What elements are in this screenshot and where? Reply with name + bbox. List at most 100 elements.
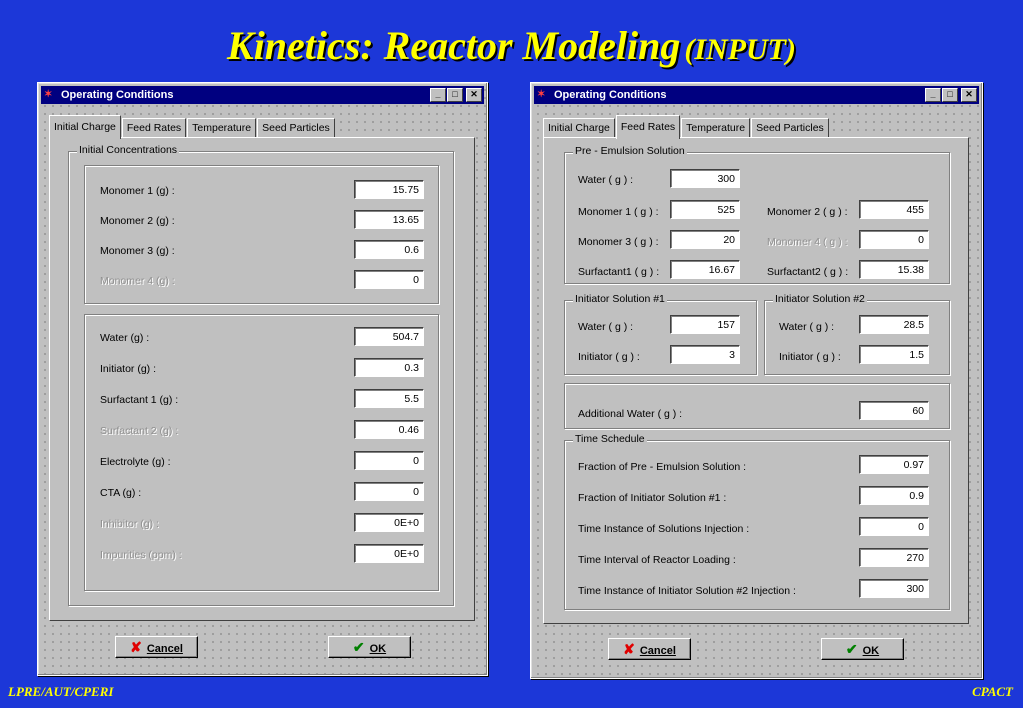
monomer-input[interactable]: 13.65 xyxy=(354,210,424,229)
pre-emulsion-title: Pre - Emulsion Solution xyxy=(573,145,687,157)
component-input[interactable]: 0E+0 xyxy=(354,513,424,532)
tab-initial-charge[interactable]: Initial Charge xyxy=(543,118,615,138)
schedule-label: Time Instance of Initiator Solution #2 I… xyxy=(578,585,796,597)
schedule-label: Time Instance of Solutions Injection : xyxy=(578,523,750,535)
schedule-input[interactable]: 300 xyxy=(859,579,929,598)
right-tab-strip: Initial Charge Feed Rates Temperature Se… xyxy=(543,115,830,139)
left-ok-button[interactable]: ✔ OK xyxy=(328,636,411,658)
component-input[interactable]: 0.3 xyxy=(354,358,424,377)
monomer-label: Monomer 3 (g) : xyxy=(100,245,175,257)
maximize-button[interactable]: □ xyxy=(942,88,958,102)
tab-initial-charge[interactable]: Initial Charge xyxy=(49,115,121,139)
tab-seed-particles[interactable]: Seed Particles xyxy=(751,118,829,138)
minimize-button[interactable]: _ xyxy=(925,88,941,102)
tab-feed-rates[interactable]: Feed Rates xyxy=(121,118,187,138)
pre-monomer4-label: Monomer 4 ( g ) : xyxy=(767,236,848,248)
cancel-x-icon: ✘ xyxy=(130,639,142,655)
init1-water-label: Water ( g ) : xyxy=(578,321,634,333)
initial-concentrations-title: Initial Concentrations xyxy=(77,144,180,156)
schedule-input[interactable]: 0.9 xyxy=(859,486,929,505)
app-icon: ✶ xyxy=(44,89,53,100)
init2-water-input[interactable]: 28.5 xyxy=(859,315,929,334)
component-label: Surfactant 1 (g) : xyxy=(100,394,179,406)
right-window-titlebar[interactable]: ✶ Operating Conditions _ □ ✕ xyxy=(534,86,979,104)
time-schedule-title: Time Schedule xyxy=(573,433,647,445)
footer-right: CPACT xyxy=(972,684,1013,699)
left-tab-strip: Initial Charge Feed Rates Temperature Se… xyxy=(49,115,336,139)
left-window-titlebar[interactable]: ✶ Operating Conditions _ □ ✕ xyxy=(41,86,484,104)
left-cancel-button[interactable]: ✘ Cancel xyxy=(115,636,198,658)
pre-monomer1-input[interactable]: 525 xyxy=(670,200,740,219)
close-button[interactable]: ✕ xyxy=(466,88,482,102)
maximize-button[interactable]: □ xyxy=(447,88,463,102)
slide-title: Kinetics: Reactor Modeling (INPUT) xyxy=(0,22,1023,69)
pre-surfactant1-input[interactable]: 16.67 xyxy=(670,260,740,279)
init2-water-label: Water ( g ) : xyxy=(779,321,835,333)
initiator-solution-2-title: Initiator Solution #2 xyxy=(773,293,867,305)
close-button[interactable]: ✕ xyxy=(961,88,977,102)
left-operating-conditions-window: ✶ Operating Conditions _ □ ✕ Initial Cha… xyxy=(37,82,488,676)
pre-surfactant1-label: Surfactant1 ( g ) : xyxy=(578,266,660,278)
init1-initiator-label: Initiator ( g ) : xyxy=(578,351,640,363)
component-label: Inhibitor (g) : xyxy=(100,518,159,530)
minimize-button[interactable]: _ xyxy=(430,88,446,102)
tab-temperature[interactable]: Temperature xyxy=(187,118,257,138)
ok-check-icon: ✔ xyxy=(845,641,858,657)
schedule-label: Time Interval of Reactor Loading : xyxy=(578,554,736,566)
monomer-input[interactable]: 0 xyxy=(354,270,424,289)
monomer-label: Monomer 4 (g) : xyxy=(100,275,175,287)
init2-initiator-input[interactable]: 1.5 xyxy=(859,345,929,364)
schedule-input[interactable]: 0 xyxy=(859,517,929,536)
cancel-x-icon: ✘ xyxy=(623,641,635,657)
monomer-label: Monomer 1 (g) : xyxy=(100,185,175,197)
right-cancel-button[interactable]: ✘ Cancel xyxy=(608,638,691,660)
component-input[interactable]: 0E+0 xyxy=(354,544,424,563)
initiator-solution-1-title: Initiator Solution #1 xyxy=(573,293,667,305)
footer-left: LPRE/AUT/CPERI xyxy=(8,684,114,699)
right-operating-conditions-window: ✶ Operating Conditions _ □ ✕ Initial Cha… xyxy=(530,82,983,679)
component-label: CTA (g) : xyxy=(100,487,142,499)
schedule-label: Fraction of Pre - Emulsion Solution : xyxy=(578,461,747,473)
component-label: Water (g) : xyxy=(100,332,150,344)
schedule-input[interactable]: 270 xyxy=(859,548,929,567)
init1-initiator-input[interactable]: 3 xyxy=(670,345,740,364)
monomer-input[interactable]: 0.6 xyxy=(354,240,424,259)
window-title: Operating Conditions xyxy=(61,89,174,101)
pre-monomer3-input[interactable]: 20 xyxy=(670,230,740,249)
pre-monomer4-input[interactable]: 0 xyxy=(859,230,929,249)
pre-monomer3-label: Monomer 3 ( g ) : xyxy=(578,236,659,248)
init1-water-input[interactable]: 157 xyxy=(670,315,740,334)
left-tab-panel: Initial Concentrations Monomer 1 (g) : 15… xyxy=(49,137,475,621)
init2-initiator-label: Initiator ( g ) : xyxy=(779,351,841,363)
component-label: Electrolyte (g) : xyxy=(100,456,171,468)
component-label: Initiator (g) : xyxy=(100,363,157,375)
component-input[interactable]: 0 xyxy=(354,451,424,470)
pre-water-label: Water ( g ) : xyxy=(578,174,634,186)
monomer-label: Monomer 2 (g) : xyxy=(100,215,175,227)
pre-monomer2-label: Monomer 2 ( g ) : xyxy=(767,206,848,218)
slide-title-main: Kinetics: Reactor Modeling xyxy=(227,23,681,68)
tab-seed-particles[interactable]: Seed Particles xyxy=(257,118,335,138)
slide-title-sub: (INPUT) xyxy=(684,33,796,66)
tab-temperature[interactable]: Temperature xyxy=(681,118,751,138)
component-input[interactable]: 0.46 xyxy=(354,420,424,439)
pre-water-input[interactable]: 300 xyxy=(670,169,740,188)
app-icon: ✶ xyxy=(537,89,546,100)
monomer-input[interactable]: 15.75 xyxy=(354,180,424,199)
pre-monomer1-label: Monomer 1 ( g ) : xyxy=(578,206,659,218)
pre-surfactant2-input[interactable]: 15.38 xyxy=(859,260,929,279)
additional-water-label: Additional Water ( g ) : xyxy=(578,408,683,420)
right-tab-panel: Pre - Emulsion Solution Water ( g ) : 30… xyxy=(543,137,969,624)
window-title: Operating Conditions xyxy=(554,89,667,101)
pre-surfactant2-label: Surfactant2 ( g ) : xyxy=(767,266,849,278)
right-ok-button[interactable]: ✔ OK xyxy=(821,638,904,660)
schedule-label: Fraction of Initiator Solution #1 : xyxy=(578,492,727,504)
ok-check-icon: ✔ xyxy=(352,639,365,655)
schedule-input[interactable]: 0.97 xyxy=(859,455,929,474)
tab-feed-rates[interactable]: Feed Rates xyxy=(615,115,681,139)
component-input[interactable]: 0 xyxy=(354,482,424,501)
additional-water-input[interactable]: 60 xyxy=(859,401,929,420)
component-input[interactable]: 5.5 xyxy=(354,389,424,408)
pre-monomer2-input[interactable]: 455 xyxy=(859,200,929,219)
component-input[interactable]: 504.7 xyxy=(354,327,424,346)
